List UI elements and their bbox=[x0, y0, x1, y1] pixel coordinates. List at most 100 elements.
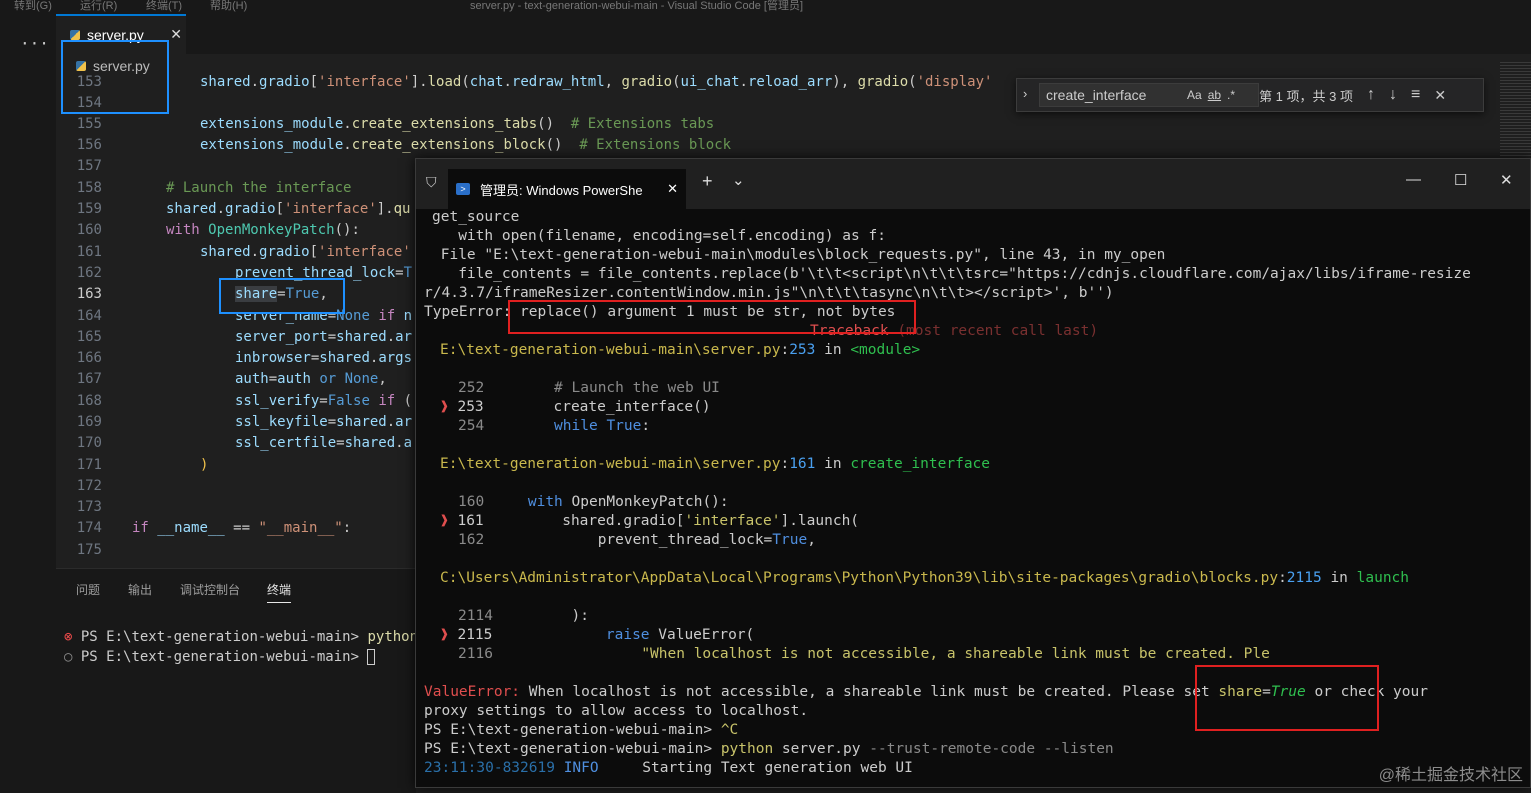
line-number: 158 bbox=[76, 180, 102, 196]
code-line-169: ssl_keyfile=shared.ar bbox=[235, 414, 413, 430]
code-line-165: server_port=shared.ar bbox=[235, 329, 413, 345]
code-line-162: prevent_thread_lock=T bbox=[235, 265, 413, 281]
output-line: 252 # Launch the web UI bbox=[458, 380, 720, 396]
line-number: 166 bbox=[76, 350, 102, 366]
whole-word-icon[interactable]: ab bbox=[1208, 88, 1221, 102]
window-title-bar: 转到(G) 运行(R) 终端(T) 帮助(H) server.py - text… bbox=[0, 0, 1531, 14]
code-line-158: # Launch the interface bbox=[166, 180, 352, 196]
output-line: PS E:\text-generation-webui-main> python… bbox=[424, 741, 1114, 757]
line-number: 167 bbox=[76, 371, 102, 387]
output-line: TypeError: replace() argument 1 must be … bbox=[424, 304, 896, 320]
output-line: C:\Users\Administrator\AppData\Local\Pro… bbox=[440, 570, 1410, 586]
chevron-down-icon[interactable]: ⌄ bbox=[732, 171, 745, 189]
tab-server-py[interactable]: server.py ✕ bbox=[56, 14, 186, 54]
breadcrumb-file[interactable]: server.py bbox=[76, 58, 150, 74]
code-line-163: share=True, bbox=[235, 286, 328, 302]
line-number: 174 bbox=[76, 520, 102, 536]
close-button[interactable]: ✕ bbox=[1500, 171, 1513, 189]
minimap[interactable] bbox=[1500, 60, 1531, 170]
code-line-159: shared.gradio['interface'].qu bbox=[166, 201, 411, 217]
powershell-title-bar: ⛉ > 管理员: Windows PowerShe ✕ + ⌄ — ☐ ✕ bbox=[416, 159, 1530, 209]
line-number: 160 bbox=[76, 222, 102, 238]
code-line-153: shared.gradio['interface'].load(chat.red… bbox=[200, 74, 993, 90]
window-title: server.py - text-generation-webui-main -… bbox=[470, 0, 803, 12]
tab-terminal[interactable]: 终端 bbox=[267, 581, 292, 603]
more-icon[interactable]: ··· bbox=[20, 34, 49, 53]
code-line-164: server_name=None if n bbox=[235, 308, 413, 324]
maximize-button[interactable]: ☐ bbox=[1454, 171, 1467, 189]
line-number: 153 bbox=[76, 74, 102, 90]
powershell-tab[interactable]: > 管理员: Windows PowerShe ✕ bbox=[448, 169, 686, 209]
output-line: with open(filename, encoding=self.encodi… bbox=[432, 228, 886, 244]
shield-icon: ⛉ bbox=[426, 175, 437, 191]
output-line: file_contents = file_contents.replace(b'… bbox=[432, 266, 1471, 282]
code-line-170: ssl_certfile=shared.a bbox=[235, 435, 413, 451]
tab-debug-console[interactable]: 调试控制台 bbox=[180, 581, 240, 598]
output-line: 254 while True: bbox=[458, 418, 651, 434]
breadcrumb: server.py bbox=[56, 54, 1516, 76]
menu-run[interactable]: 运行(R) bbox=[80, 0, 117, 13]
new-tab-button[interactable]: + bbox=[702, 171, 713, 192]
output-line: 23:11:30-832619 INFO Starting Text gener… bbox=[424, 760, 913, 776]
menu-terminal[interactable]: 终端(T) bbox=[146, 0, 182, 13]
close-icon[interactable]: ✕ bbox=[170, 26, 182, 43]
output-line: E:\text-generation-webui-main\server.py:… bbox=[440, 456, 991, 472]
circle-icon: ○ bbox=[64, 649, 73, 665]
code-line-167: auth=auth or None, bbox=[235, 371, 387, 387]
terminal-cursor[interactable] bbox=[367, 649, 376, 665]
code-line-155: extensions_module.create_extensions_tabs… bbox=[200, 116, 715, 132]
menu-go[interactable]: 转到(G) bbox=[14, 0, 52, 13]
menu-help[interactable]: 帮助(H) bbox=[210, 0, 247, 13]
output-line: 2114 ): bbox=[458, 608, 589, 624]
line-number: 172 bbox=[76, 478, 102, 494]
powershell-icon: > bbox=[456, 183, 470, 195]
code-line-156: extensions_module.create_extensions_bloc… bbox=[200, 137, 732, 153]
code-line-171: ) bbox=[200, 457, 209, 473]
line-number: 168 bbox=[76, 393, 102, 409]
output-line: 162 prevent_thread_lock=True, bbox=[458, 532, 816, 548]
line-number: 165 bbox=[76, 329, 102, 345]
terminal-line: ○ PS E:\text-generation-webui-main> bbox=[64, 649, 376, 665]
find-widget: › create_interface Aa ab .* 第 1 项，共 3 项 … bbox=[1016, 78, 1484, 112]
error-icon: ⊗ bbox=[64, 629, 73, 645]
code-line-161: shared.gradio['interface' bbox=[200, 244, 411, 260]
python-file-icon bbox=[70, 30, 80, 40]
tab-output[interactable]: 输出 bbox=[128, 581, 152, 598]
match-case-icon[interactable]: Aa bbox=[1187, 88, 1202, 102]
output-line: proxy settings to allow access to localh… bbox=[424, 703, 809, 719]
line-number: 171 bbox=[76, 457, 102, 473]
line-number: 170 bbox=[76, 435, 102, 451]
close-icon[interactable]: ✕ bbox=[667, 181, 678, 197]
find-input[interactable]: create_interface bbox=[1039, 83, 1259, 107]
tab-problems[interactable]: 问题 bbox=[76, 581, 100, 598]
powershell-window[interactable]: ⛉ > 管理员: Windows PowerShe ✕ + ⌄ — ☐ ✕ ge… bbox=[415, 158, 1531, 788]
terminal-line: ⊗ PS E:\text-generation-webui-main> pyth… bbox=[64, 629, 435, 645]
line-number: 155 bbox=[76, 116, 102, 132]
line-number: 175 bbox=[76, 542, 102, 558]
find-result-count: 第 1 项，共 3 项 bbox=[1259, 88, 1353, 104]
code-line-160: with OpenMonkeyPatch(): bbox=[166, 222, 360, 238]
output-line: File "E:\text-generation-webui-main\modu… bbox=[432, 247, 1166, 263]
code-line-174: if __name__ == "__main__": bbox=[132, 520, 352, 536]
line-number: 159 bbox=[76, 201, 102, 217]
next-match-icon[interactable]: ↓ bbox=[1389, 86, 1397, 104]
output-line: get_source bbox=[432, 209, 520, 225]
line-number: 173 bbox=[76, 499, 102, 515]
output-line: ❱ 2115 raise ValueError( bbox=[440, 627, 755, 643]
output-line: E:\text-generation-webui-main\server.py:… bbox=[440, 342, 921, 358]
output-line: Traceback (most recent call last) bbox=[810, 323, 1099, 339]
line-number: 161 bbox=[76, 244, 102, 260]
close-icon[interactable]: ✕ bbox=[1434, 87, 1446, 104]
minimize-button[interactable]: — bbox=[1406, 171, 1421, 188]
code-line-168: ssl_verify=False if ( bbox=[235, 393, 413, 409]
line-number: 163 bbox=[76, 286, 102, 302]
chevron-right-icon[interactable]: › bbox=[1023, 86, 1027, 101]
python-file-icon bbox=[76, 61, 86, 71]
regex-icon[interactable]: .* bbox=[1227, 88, 1235, 102]
editor-tab-bar: server.py ✕ bbox=[56, 14, 1531, 54]
line-number: 156 bbox=[76, 137, 102, 153]
find-in-selection-icon[interactable]: ≡ bbox=[1411, 86, 1420, 104]
line-number: 162 bbox=[76, 265, 102, 281]
output-line: ValueError: When localhost is not access… bbox=[424, 684, 1428, 700]
previous-match-icon[interactable]: ↑ bbox=[1367, 86, 1375, 104]
